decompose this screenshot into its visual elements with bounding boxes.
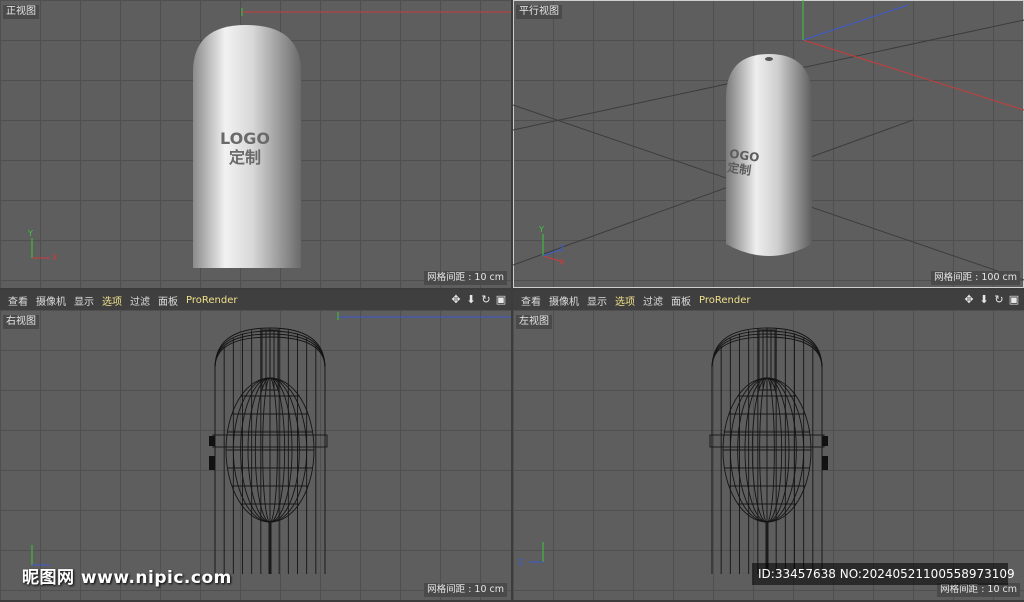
viewport-menubar-right: 查看 摄像机 显示 选项 过滤 面板 ProRender ✥ ⬇ ↻ ▣ xyxy=(513,290,1024,310)
menu-camera[interactable]: 摄像机 xyxy=(36,293,66,308)
menu-prorender[interactable]: ProRender xyxy=(186,295,237,306)
viewport-right[interactable]: 右视图 网格间距 : 10 cm xyxy=(0,310,511,600)
viewport-title: 平行视图 xyxy=(516,5,562,19)
arrow-down-icon[interactable]: ⬇ xyxy=(978,293,990,306)
menu-options[interactable]: 选项 xyxy=(102,293,122,308)
viewport-title: 正视图 xyxy=(3,5,39,19)
menu-display[interactable]: 显示 xyxy=(74,293,94,308)
menu-filter[interactable]: 过滤 xyxy=(643,293,663,308)
watermark-site: 昵图网 www.nipic.com xyxy=(22,568,232,588)
bottle-cap-hole xyxy=(765,57,773,61)
arrow-down-icon[interactable]: ⬇ xyxy=(465,293,477,306)
grid-spacing-label: 网格间距 : 10 cm xyxy=(937,583,1020,597)
menu-prorender[interactable]: ProRender xyxy=(699,295,750,306)
viewport-front[interactable]: 正视图 LOGO 定制 Y X 网格间距 : 10 cm xyxy=(0,0,511,288)
menu-view[interactable]: 查看 xyxy=(521,293,541,308)
menu-options[interactable]: 选项 xyxy=(615,293,635,308)
wireframe-mesh xyxy=(212,327,328,574)
grid-spacing-label: 网格间距 : 10 cm xyxy=(424,583,507,597)
menu-filter[interactable]: 过滤 xyxy=(130,293,150,308)
viewport-title: 右视图 xyxy=(3,315,39,329)
logo-subtext: 定制 xyxy=(228,148,261,167)
move-icon[interactable]: ✥ xyxy=(963,293,975,306)
clip-handle xyxy=(209,456,215,470)
viewport-menubar-left: 查看 摄像机 显示 选项 过滤 面板 ProRender ✥ ⬇ ↻ ▣ xyxy=(0,290,511,310)
rotate-icon[interactable]: ↻ xyxy=(993,293,1005,306)
axis-label-z: Z xyxy=(559,244,565,253)
watermark-id: ID:33457638 NO:20240521100558973109 xyxy=(752,563,1015,585)
maximize-icon[interactable]: ▣ xyxy=(1008,293,1020,306)
right-view-canvas xyxy=(31,312,511,574)
menu-panel[interactable]: 面板 xyxy=(671,293,691,308)
viewport-title: 左视图 xyxy=(516,315,552,329)
clip-handle xyxy=(822,436,828,446)
viewport-parallel[interactable]: 平行视图 OGO 定制 Y Z X 网格间距 : 100 cm xyxy=(513,0,1024,288)
wireframe-mesh xyxy=(709,327,825,574)
viewport-left[interactable]: 左视图 Z 网格间距 : 10 cm xyxy=(513,310,1024,600)
menu-view[interactable]: 查看 xyxy=(8,293,28,308)
axis-label-z: Z xyxy=(518,558,524,567)
logo-text: LOGO xyxy=(220,129,270,148)
rotate-icon[interactable]: ↻ xyxy=(480,293,492,306)
menu-display[interactable]: 显示 xyxy=(587,293,607,308)
left-view-canvas xyxy=(529,327,828,574)
clip-handle xyxy=(822,456,828,470)
axis-label-y: Y xyxy=(539,225,544,234)
axis-label-x: X xyxy=(559,258,565,267)
axis-label-x: X xyxy=(52,253,58,262)
parallel-view-canvas xyxy=(513,0,1024,281)
grid-spacing-label: 网格间距 : 100 cm xyxy=(931,271,1020,285)
maximize-icon[interactable]: ▣ xyxy=(495,293,507,306)
menu-panel[interactable]: 面板 xyxy=(158,293,178,308)
move-icon[interactable]: ✥ xyxy=(450,293,462,306)
clip-handle xyxy=(209,436,215,446)
axis-label-y: Y xyxy=(28,229,33,238)
grid-spacing-label: 网格间距 : 10 cm xyxy=(424,271,507,285)
menu-camera[interactable]: 摄像机 xyxy=(549,293,579,308)
